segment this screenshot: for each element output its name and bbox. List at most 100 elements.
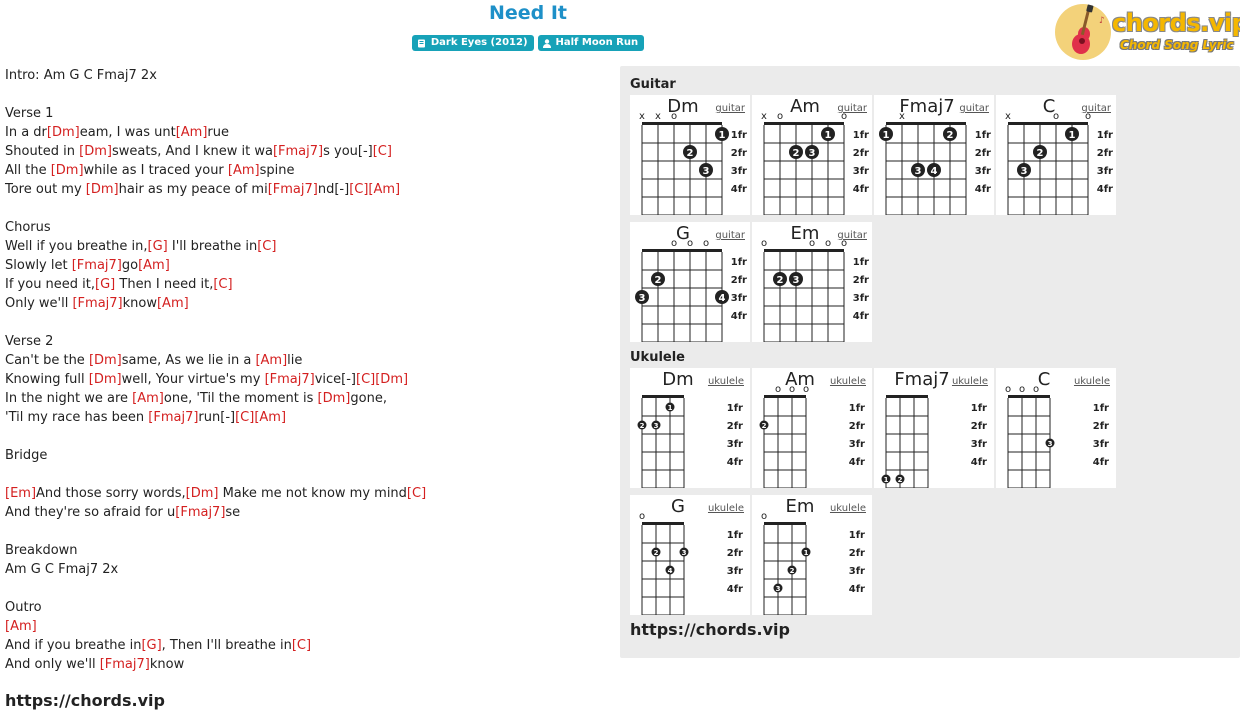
chord-marker[interactable]: [Am] bbox=[157, 296, 189, 311]
svg-text:♪: ♪ bbox=[1099, 16, 1105, 26]
lyrics-body: Intro: Am G C Fmaj7 2x Verse 1 In a dr[Dm]… bbox=[5, 66, 605, 674]
chord-nut bbox=[642, 522, 684, 525]
chord-marker[interactable]: [Dm] bbox=[79, 144, 112, 159]
guitar-chord-card-c[interactable]: Cguitar 1fr 2fr 3fr 4fr x o o 3 2 1 bbox=[996, 95, 1116, 215]
chord-marker[interactable]: [Dm] bbox=[89, 372, 122, 387]
instrument-link[interactable]: ukulele bbox=[830, 376, 866, 387]
chord-marker[interactable]: [C] bbox=[407, 486, 426, 501]
fret-label: 3fr bbox=[853, 166, 869, 177]
chord-marker[interactable]: [C] bbox=[356, 372, 375, 387]
fret-label: 2fr bbox=[731, 148, 747, 159]
chord-marker[interactable]: [Am] bbox=[176, 125, 208, 140]
guitar-chord-card-em[interactable]: Em guitar 1fr 2fr 3fr 4fr o o o o 2 3 bbox=[752, 222, 872, 342]
ukulele-chord-card-am[interactable]: Am ukulele 1fr 2fr 3fr 4fr o o o 2 bbox=[752, 368, 872, 488]
chord-marker[interactable]: [Dm] bbox=[186, 486, 219, 501]
chord-marker[interactable]: [Am] bbox=[255, 353, 287, 368]
ukulele-chord-card-em[interactable]: Em ukulele 1fr 2fr 3fr 4fr o 3 2 1 bbox=[752, 495, 872, 615]
lyric-text: If you need it, bbox=[5, 277, 96, 292]
chord-marker[interactable]: [Fmaj7] bbox=[265, 372, 315, 387]
ukulele-chord-card-g[interactable]: Gukulele 1fr 2fr 3fr 4fr o 2 4 3 bbox=[630, 495, 750, 615]
lyric-text: Verse 2 bbox=[5, 334, 54, 349]
chord-marker[interactable]: [G] bbox=[148, 239, 168, 254]
lyric-line: All the [Dm]while as I traced your [Am]s… bbox=[5, 161, 605, 180]
lyric-text: Bridge bbox=[5, 448, 48, 463]
chord-marker[interactable]: [C] bbox=[235, 410, 254, 425]
chord-marker[interactable]: [C] bbox=[213, 277, 232, 292]
footer-url[interactable]: https://chords.vip bbox=[5, 691, 165, 710]
artist-badge[interactable]: Half Moon Run bbox=[537, 35, 645, 51]
chord-marker[interactable]: [Dm] bbox=[89, 353, 122, 368]
chord-marker[interactable]: [C] bbox=[349, 182, 368, 197]
guitar-logo-icon: ♪ bbox=[1055, 4, 1111, 60]
lyric-text: 'Til my race has been bbox=[5, 410, 149, 425]
fret-label: 1fr bbox=[727, 530, 743, 541]
chord-marker[interactable]: [C] bbox=[373, 144, 392, 159]
chord-marker[interactable]: [G] bbox=[95, 277, 115, 292]
chord-marker[interactable]: [C] bbox=[257, 239, 276, 254]
chord-nut bbox=[886, 122, 966, 125]
finger-number: 3 bbox=[654, 422, 659, 430]
fret-label: 2fr bbox=[853, 148, 869, 159]
guitar-chord-card-fmaj7[interactable]: Fmaj7 guitar 1fr 2fr 3fr 4fr x 1 3 4 2 bbox=[874, 95, 994, 215]
instrument-link[interactable]: guitar bbox=[715, 103, 746, 114]
chord-marker[interactable]: [Fmaj7] bbox=[268, 182, 318, 197]
ukulele-chord-card-c[interactable]: Cukulele 1fr 2fr 3fr 4fr o o o 3 bbox=[996, 368, 1116, 488]
chord-marker[interactable]: [Fmaj7] bbox=[273, 144, 323, 159]
finger-number: 2 bbox=[762, 422, 767, 430]
finger-number: 3 bbox=[776, 585, 781, 593]
site-logo[interactable]: ♪ chords.vip Chord Song Lyric bbox=[1054, 3, 1240, 61]
instrument-link[interactable]: ukulele bbox=[708, 503, 744, 514]
finger-number: 3 bbox=[639, 293, 646, 304]
instrument-link[interactable]: ukulele bbox=[830, 503, 866, 514]
chord-marker[interactable]: [Am] bbox=[228, 163, 260, 178]
fret-label: 4fr bbox=[853, 184, 869, 195]
chord-marker[interactable]: [Am] bbox=[368, 182, 400, 197]
chord-marker[interactable]: [Dm] bbox=[51, 163, 84, 178]
chord-name: Em bbox=[786, 496, 815, 517]
fret-label: 4fr bbox=[1097, 184, 1113, 195]
fret-label: 3fr bbox=[849, 439, 865, 450]
fret-label: 2fr bbox=[971, 421, 987, 432]
chord-marker[interactable]: [Am] bbox=[254, 410, 286, 425]
instrument-link[interactable]: guitar bbox=[715, 230, 746, 241]
chord-marker[interactable]: [G] bbox=[141, 638, 161, 653]
lyric-blank-line bbox=[5, 579, 605, 598]
open-string-marker: o bbox=[841, 238, 847, 249]
chord-marker[interactable]: [Am] bbox=[5, 619, 37, 634]
instrument-link[interactable]: ukulele bbox=[952, 376, 988, 387]
instrument-link[interactable]: guitar bbox=[959, 103, 990, 114]
lyric-text: Intro: Am G C Fmaj7 2x bbox=[5, 68, 157, 83]
guitar-chord-card-am[interactable]: Am guitar 1fr 2fr 3fr 4fr x o o 2 3 1 bbox=[752, 95, 872, 215]
instrument-link[interactable]: ukulele bbox=[1074, 376, 1110, 387]
guitar-chord-card-g[interactable]: Gguitar 1fr 2fr 3fr 4fr o o o 3 2 4 bbox=[630, 222, 750, 342]
open-string-marker: o bbox=[825, 238, 831, 249]
chord-marker[interactable]: [Fmaj7] bbox=[148, 410, 198, 425]
chord-marker[interactable]: [Dm] bbox=[86, 182, 119, 197]
ukulele-chord-card-dm[interactable]: Dm ukulele 1fr 2fr 3fr 4fr 2 3 1 bbox=[630, 368, 750, 488]
album-badge[interactable]: Dark Eyes (2012) bbox=[411, 35, 534, 51]
chord-marker[interactable]: [Am] bbox=[132, 391, 164, 406]
open-string-marker: o bbox=[761, 511, 767, 522]
finger-number: 2 bbox=[947, 130, 954, 141]
ukulele-chord-card-fmaj7[interactable]: Fmaj7 ukulele 1fr 2fr 3fr 4fr 1 2 bbox=[874, 368, 994, 488]
chord-marker[interactable]: [Dm] bbox=[375, 372, 408, 387]
panel-url[interactable]: https://chords.vip bbox=[630, 620, 790, 639]
chord-marker[interactable]: [Fmaj7] bbox=[72, 258, 122, 273]
lyric-line: Well if you breathe in,[G] I'll breathe … bbox=[5, 237, 605, 256]
chord-marker[interactable]: [Am] bbox=[138, 258, 170, 273]
instrument-link[interactable]: ukulele bbox=[708, 376, 744, 387]
chord-marker[interactable]: [Dm] bbox=[318, 391, 351, 406]
fret-label: 3fr bbox=[731, 166, 747, 177]
finger-number: 2 bbox=[1037, 148, 1044, 159]
chord-marker[interactable]: [Fmaj7] bbox=[100, 657, 150, 672]
fret-label: 2fr bbox=[849, 421, 865, 432]
chord-marker[interactable]: [Fmaj7] bbox=[175, 505, 225, 520]
chord-marker[interactable]: [Fmaj7] bbox=[72, 296, 122, 311]
chord-diagram: Fmaj7 guitar 1fr 2fr 3fr 4fr x1 3 4 2 bbox=[879, 96, 991, 215]
chord-marker[interactable]: [Dm] bbox=[47, 125, 80, 140]
chord-marker[interactable]: [C] bbox=[292, 638, 311, 653]
guitar-chord-card-dm[interactable]: Dm guitar 1fr 2fr 3fr 4fr x x o 2 3 1 bbox=[630, 95, 750, 215]
song-title[interactable]: Need It bbox=[0, 2, 1056, 24]
chord-marker[interactable]: [Em] bbox=[5, 486, 36, 501]
finger-number: 2 bbox=[777, 275, 784, 286]
